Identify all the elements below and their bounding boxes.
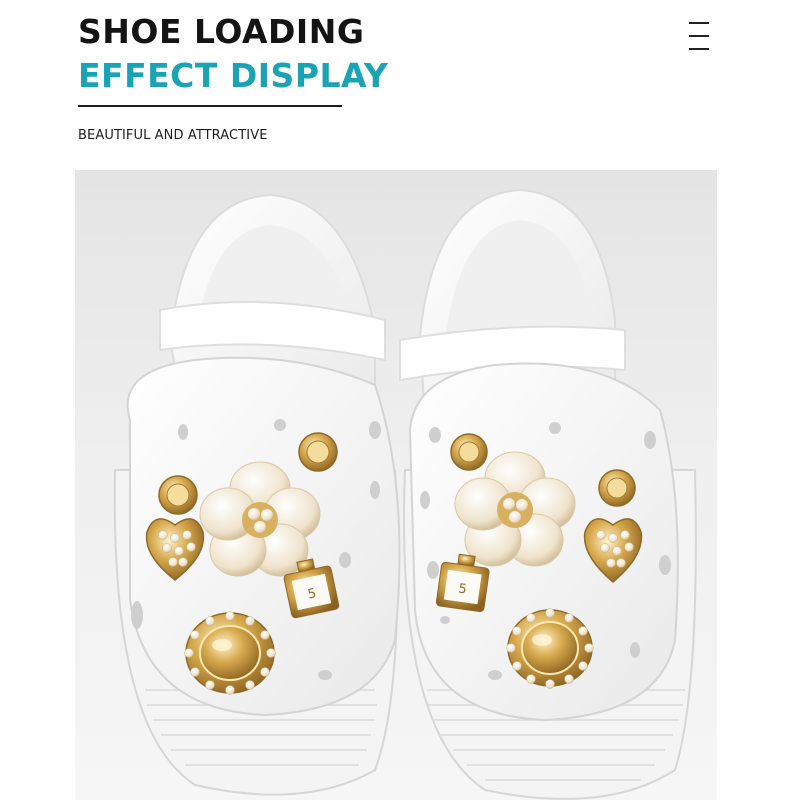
white-clog-shoes-icon: 5 5 [113, 188, 697, 800]
page-title-line-2: EFFECT DISPLAY [78, 56, 389, 95]
hamburger-menu-icon [689, 22, 709, 24]
title-divider [78, 105, 342, 107]
hamburger-menu-icon [689, 35, 709, 37]
menu-button[interactable] [684, 16, 714, 56]
page-title-line-1: SHOE LOADING [78, 12, 365, 51]
page-subtitle: BEAUTIFUL AND ATTRACTIVE [78, 128, 268, 143]
header: SHOE LOADING EFFECT DISPLAY BEAUTIFUL AN… [0, 0, 800, 170]
hamburger-menu-icon [689, 48, 709, 50]
product-photo: 5 5 [75, 170, 717, 800]
